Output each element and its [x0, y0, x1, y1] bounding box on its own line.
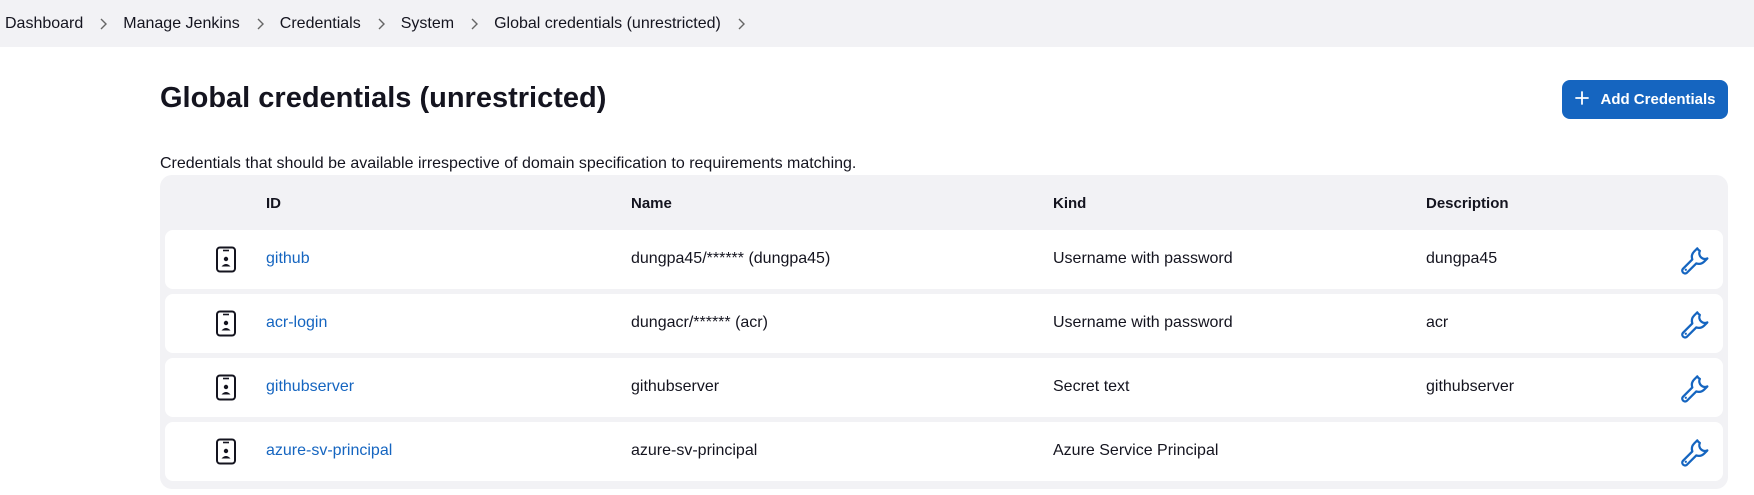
- column-header-name[interactable]: Name: [631, 195, 672, 212]
- table-row: github dungpa45/****** (dungpa45) Userna…: [165, 230, 1723, 289]
- credential-id-link[interactable]: acr-login: [266, 314, 327, 332]
- credential-id-link[interactable]: githubserver: [266, 378, 354, 396]
- breadcrumb-credentials[interactable]: Credentials: [280, 15, 361, 33]
- table-row: acr-login dungacr/****** (acr) Username …: [165, 294, 1723, 353]
- credential-phone-icon: [215, 246, 237, 273]
- breadcrumb: Dashboard Manage Jenkins Credentials Sys…: [0, 0, 1754, 47]
- chevron-right-icon: [83, 14, 123, 34]
- chevron-right-icon: [240, 14, 280, 34]
- chevron-right-icon[interactable]: [721, 14, 761, 34]
- chevron-right-icon: [454, 14, 494, 34]
- credential-phone-icon: [215, 310, 237, 337]
- wrench-icon[interactable]: [1679, 370, 1713, 404]
- breadcrumb-manage-jenkins[interactable]: Manage Jenkins: [123, 15, 240, 33]
- credential-id-link[interactable]: github: [266, 250, 310, 268]
- chevron-right-icon: [361, 14, 401, 34]
- table-row: githubserver githubserver Secret text gi…: [165, 358, 1723, 417]
- add-credentials-label: Add Credentials: [1600, 91, 1716, 108]
- credentials-table: ID Name Kind Description github dungpa45…: [160, 175, 1728, 489]
- column-header-description[interactable]: Description: [1426, 195, 1509, 212]
- wrench-icon[interactable]: [1679, 434, 1713, 468]
- credential-name: githubserver: [631, 378, 720, 395]
- column-header-id[interactable]: ID: [266, 195, 281, 212]
- credential-phone-icon: [215, 438, 237, 465]
- page-title: Global credentials (unrestricted): [160, 82, 607, 114]
- table-header: ID Name Kind Description: [160, 175, 1728, 229]
- credential-description: githubserver: [1426, 378, 1515, 395]
- breadcrumb-dashboard[interactable]: Dashboard: [5, 15, 83, 33]
- credential-description: acr: [1426, 314, 1449, 331]
- credential-kind: Secret text: [1053, 378, 1130, 395]
- wrench-icon[interactable]: [1679, 242, 1713, 276]
- credential-name: dungpa45/****** (dungpa45): [631, 250, 831, 267]
- plus-icon: [1574, 90, 1590, 110]
- credential-name: azure-sv-principal: [631, 442, 758, 459]
- page-description: Credentials that should be available irr…: [160, 155, 857, 172]
- credential-phone-icon: [215, 374, 237, 401]
- breadcrumb-global-credentials[interactable]: Global credentials (unrestricted): [494, 15, 721, 33]
- credential-id-link[interactable]: azure-sv-principal: [266, 442, 392, 460]
- column-header-kind[interactable]: Kind: [1053, 195, 1086, 212]
- credential-kind: Azure Service Principal: [1053, 442, 1219, 459]
- wrench-icon[interactable]: [1679, 306, 1713, 340]
- credential-kind: Username with password: [1053, 314, 1233, 331]
- table-row: azure-sv-principal azure-sv-principal Az…: [165, 422, 1723, 481]
- credential-description: dungpa45: [1426, 250, 1498, 267]
- credential-kind: Username with password: [1053, 250, 1233, 267]
- breadcrumb-system[interactable]: System: [401, 15, 454, 33]
- credential-name: dungacr/****** (acr): [631, 314, 768, 331]
- add-credentials-button[interactable]: Add Credentials: [1562, 80, 1728, 119]
